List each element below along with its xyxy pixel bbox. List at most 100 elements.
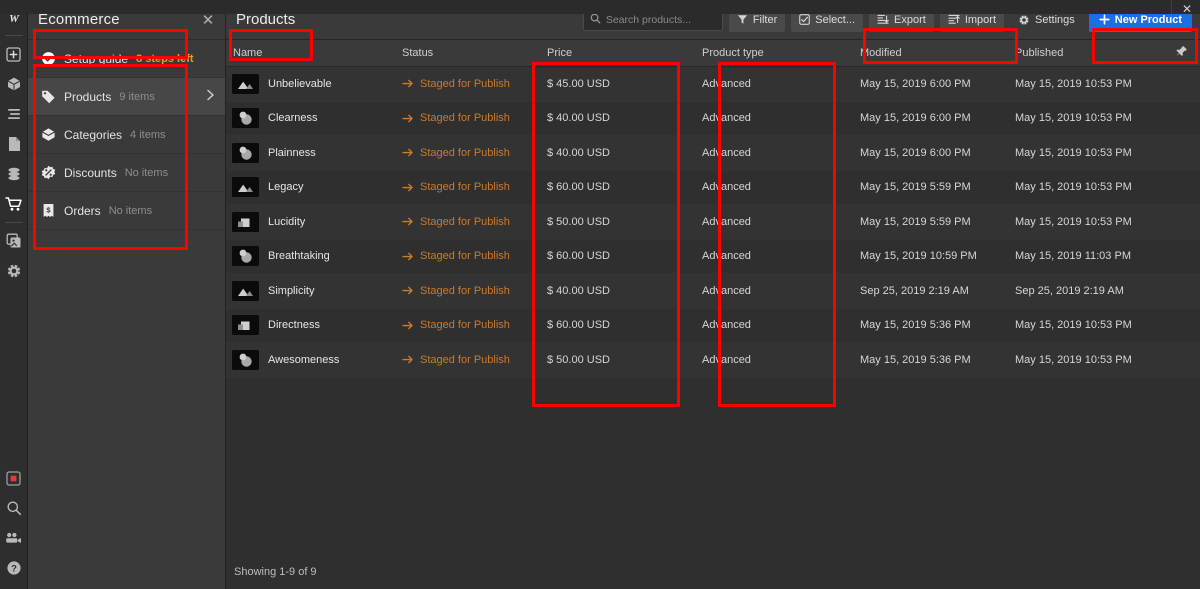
cell-status: Staged for Publish <box>402 319 547 331</box>
column-header-name[interactable]: Name <box>226 47 402 59</box>
assets-icon[interactable] <box>0 226 28 256</box>
cms-collections-icon[interactable] <box>0 159 28 189</box>
cell-published: May 15, 2019 10:53 PM <box>1015 215 1132 228</box>
sidebar-item-meta: 8 steps left <box>136 52 194 65</box>
product-name: Lucidity <box>268 215 306 228</box>
sidebar-item-setup-guide[interactable]: Setup guide 8 steps left <box>28 40 225 78</box>
cell-product-type: Advanced <box>702 77 751 90</box>
table-row[interactable]: Directness Staged for Publish $ 60.00 USD A… <box>226 308 1200 343</box>
cell-name[interactable]: Awesomeness <box>226 349 402 370</box>
cell-product-type: Advanced <box>702 215 751 228</box>
new-product-label: New Product <box>1114 13 1182 26</box>
sidebar-item-label: Setup guide <box>64 51 129 66</box>
cell-price: $ 50.00 USD <box>547 353 610 366</box>
category-icon <box>40 127 56 143</box>
table-row[interactable]: Plainness Staged for Publish $ 40.00 USD Ad… <box>226 136 1200 171</box>
cell-name[interactable]: Directness <box>226 315 402 336</box>
cell-product-type: Advanced <box>702 353 751 366</box>
cell-status: Staged for Publish <box>402 354 547 366</box>
sidebar-item-meta: 9 items <box>119 90 155 103</box>
arrow-right-icon <box>402 320 414 331</box>
sidebar-item-label: Discounts <box>64 165 117 180</box>
cell-name[interactable]: Simplicity <box>226 280 402 301</box>
navigator-icon[interactable] <box>0 99 28 129</box>
sidebar-item-meta: No items <box>124 166 169 179</box>
product-thumbnail <box>232 280 259 301</box>
cell-price: $ 40.00 USD <box>547 112 610 125</box>
product-thumbnail <box>232 246 259 267</box>
cell-published: May 15, 2019 10:53 PM <box>1015 353 1132 366</box>
status-badge: Staged for Publish <box>420 77 510 90</box>
cell-status: Staged for Publish <box>402 147 547 159</box>
cell-status: Staged for Publish <box>402 285 547 297</box>
help-icon[interactable]: ? <box>0 553 28 583</box>
window-close-icon[interactable]: ✕ <box>1182 3 1192 15</box>
table-row[interactable]: Lucidity Staged for Publish $ 50.00 USD Adv… <box>226 205 1200 240</box>
table-row[interactable]: Legacy Staged for Publish $ 60.00 USD Advan… <box>226 170 1200 205</box>
discount-icon <box>40 165 56 181</box>
cell-published: May 15, 2019 10:53 PM <box>1015 77 1132 90</box>
table-row[interactable]: Unbelievable Staged for Publish $ 45.00 US… <box>226 67 1200 102</box>
product-name: Plainness <box>268 146 316 159</box>
chevron-right-icon[interactable] <box>206 89 215 104</box>
export-icon <box>877 14 889 25</box>
cell-published: May 15, 2019 10:53 PM <box>1015 319 1132 332</box>
cell-name[interactable]: Clearness <box>226 108 402 129</box>
cell-published: May 15, 2019 10:53 PM <box>1015 146 1132 159</box>
product-thumbnail <box>232 349 259 370</box>
add-element-icon[interactable] <box>0 39 28 69</box>
cell-modified: May 15, 2019 6:00 PM <box>860 112 971 125</box>
status-badge: Staged for Publish <box>420 112 510 125</box>
cell-modified: May 15, 2019 10:59 PM <box>860 250 977 263</box>
cell-modified: May 15, 2019 5:36 PM <box>860 353 971 366</box>
tag-icon <box>40 89 56 105</box>
column-header-published[interactable]: Published <box>1015 47 1170 59</box>
search-placeholder: Search products... <box>605 13 692 26</box>
search-icon[interactable] <box>0 493 28 523</box>
sidebar-item-categories[interactable]: Categories 4 items <box>28 116 225 154</box>
table-row[interactable]: Breathtaking Staged for Publish $ 60.00 US… <box>226 239 1200 274</box>
funnel-icon <box>737 14 748 25</box>
pin-column-button[interactable] <box>1170 45 1200 61</box>
column-header-price[interactable]: Price <box>547 47 702 59</box>
sidebar-item-products[interactable]: Products 9 items <box>28 78 225 116</box>
stop-record-icon[interactable] <box>0 463 28 493</box>
arrow-right-icon <box>402 147 414 158</box>
cell-product-type: Advanced <box>702 250 751 263</box>
cell-name[interactable]: Legacy <box>226 177 402 198</box>
cell-name[interactable]: Lucidity <box>226 211 402 232</box>
product-thumbnail <box>232 142 259 163</box>
sidebar-item-meta: 4 items <box>130 128 166 141</box>
column-header-modified[interactable]: Modified <box>860 47 1015 59</box>
app-window: W ? Ecommerce ✕ Setup guide 8 steps left… <box>0 0 1200 589</box>
column-header-producttype[interactable]: Product type <box>702 47 860 59</box>
rail-divider <box>4 35 23 36</box>
sidebar-item-meta: No items <box>108 204 153 217</box>
arrow-right-icon <box>402 113 414 124</box>
cell-price: $ 40.00 USD <box>547 146 610 159</box>
table-row[interactable]: Awesomeness Staged for Publish $ 50.00 USD… <box>226 343 1200 378</box>
table-row[interactable]: Simplicity Staged for Publish $ 40.00 USD A… <box>226 274 1200 309</box>
product-name: Awesomeness <box>268 353 340 366</box>
cell-published: May 15, 2019 10:53 PM <box>1015 181 1132 194</box>
video-tutorial-icon[interactable] <box>0 523 28 553</box>
table-row[interactable]: Clearness Staged for Publish $ 40.00 USD Ad… <box>226 101 1200 136</box>
cell-name[interactable]: Plainness <box>226 142 402 163</box>
ecommerce-cart-icon[interactable] <box>0 189 28 219</box>
pages-icon[interactable] <box>0 129 28 159</box>
table-empty-space <box>226 377 1200 555</box>
product-name: Unbelievable <box>268 77 332 90</box>
sidebar-item-label: Orders <box>64 203 101 218</box>
import-label: Import <box>964 13 997 26</box>
components-icon[interactable] <box>0 69 28 99</box>
column-header-status[interactable]: Status <box>402 47 547 59</box>
status-badge: Staged for Publish <box>420 215 510 228</box>
checkbox-icon <box>799 14 811 25</box>
sidebar-item-discounts[interactable]: Discounts No items <box>28 154 225 192</box>
settings-gear-icon[interactable] <box>0 256 28 286</box>
sidebar-item-orders[interactable]: $ Orders No items <box>28 192 225 230</box>
cell-modified: May 15, 2019 6:00 PM <box>860 146 971 159</box>
cell-name[interactable]: Breathtaking <box>226 246 402 267</box>
ecommerce-panel-list: Setup guide 8 steps left Products 9 item… <box>28 40 225 230</box>
cell-name[interactable]: Unbelievable <box>226 73 402 94</box>
